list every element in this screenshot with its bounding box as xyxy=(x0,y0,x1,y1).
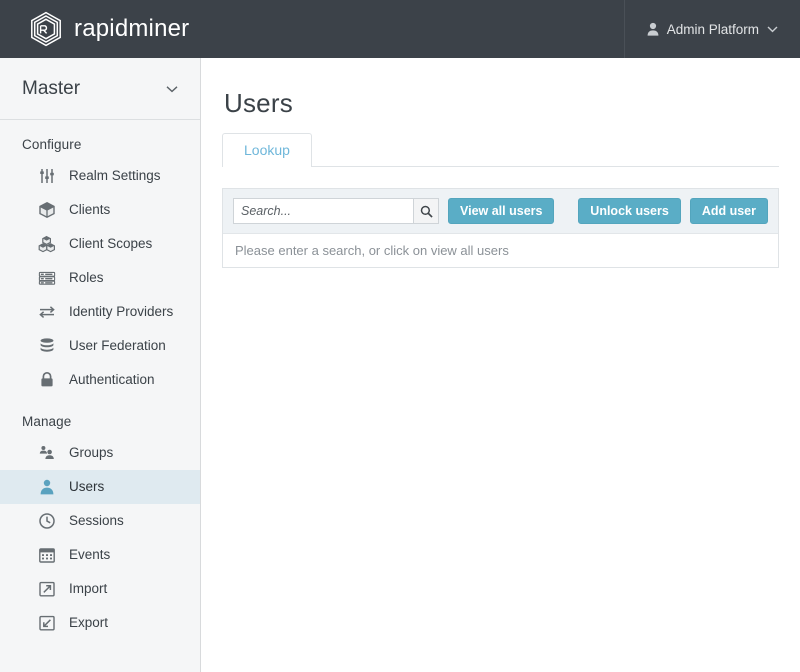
sidebar-item-roles[interactable]: Roles xyxy=(0,261,200,295)
import-arrow-icon xyxy=(38,580,56,598)
sidebar-item-label: Realm Settings xyxy=(69,167,161,185)
export-arrow-icon xyxy=(38,614,56,632)
user-icon xyxy=(38,478,56,496)
tab-lookup[interactable]: Lookup xyxy=(222,133,312,167)
add-user-button[interactable]: Add user xyxy=(690,198,768,224)
sidebar-item-label: Client Scopes xyxy=(69,235,152,253)
sidebar-item-label: Users xyxy=(69,478,104,496)
groups-icon xyxy=(38,444,56,462)
unlock-users-button[interactable]: Unlock users xyxy=(578,198,681,224)
user-account-menu[interactable]: Admin Platform xyxy=(624,0,800,58)
search-button[interactable] xyxy=(413,198,439,224)
sidebar-item-label: Authentication xyxy=(69,371,155,389)
sidebar-item-events[interactable]: Events xyxy=(0,538,200,572)
search-input[interactable] xyxy=(233,198,413,224)
chevron-down-icon xyxy=(166,85,178,93)
user-account-label: Admin Platform xyxy=(667,22,759,37)
nav-section-title-manage: Manage xyxy=(0,397,200,436)
sidebar-item-label: Events xyxy=(69,546,110,564)
sidebar-item-label: Export xyxy=(69,614,108,632)
sidebar: Master Configure xyxy=(0,58,201,672)
cubes-icon xyxy=(38,235,56,253)
sidebar-item-label: Groups xyxy=(69,444,113,462)
lock-icon xyxy=(38,371,56,389)
rapidminer-hexagon-logo-icon xyxy=(29,11,63,47)
top-navbar: rapidminer Admin Platform xyxy=(0,0,800,58)
sidebar-item-user-federation[interactable]: User Federation xyxy=(0,329,200,363)
cube-icon xyxy=(38,201,56,219)
sidebar-item-export[interactable]: Export xyxy=(0,606,200,640)
search-group xyxy=(233,198,439,224)
brand-name: rapidminer xyxy=(74,15,189,43)
sliders-icon xyxy=(38,167,56,185)
sidebar-item-label: Clients xyxy=(69,201,110,219)
users-lookup-panel: View all users Unlock users Add user Ple… xyxy=(222,188,779,268)
tab-bar: Lookup xyxy=(222,133,779,167)
magnifier-icon xyxy=(420,205,433,218)
sidebar-item-authentication[interactable]: Authentication xyxy=(0,363,200,397)
page-title: Users xyxy=(224,88,779,119)
sidebar-item-label: Identity Providers xyxy=(69,303,173,321)
nav-list-configure: Realm Settings Clients xyxy=(0,159,200,397)
empty-state-message: Please enter a search, or click on view … xyxy=(223,234,778,267)
sidebar-item-label: User Federation xyxy=(69,337,166,355)
users-toolbar: View all users Unlock users Add user xyxy=(223,189,778,234)
realm-selector[interactable]: Master xyxy=(0,58,200,120)
sidebar-item-client-scopes[interactable]: Client Scopes xyxy=(0,227,200,261)
sidebar-item-sessions[interactable]: Sessions xyxy=(0,504,200,538)
database-icon xyxy=(38,337,56,355)
body-wrapper: Master Configure xyxy=(0,58,800,672)
nav-section-title-configure: Configure xyxy=(0,120,200,159)
clock-icon xyxy=(38,512,56,530)
sidebar-item-label: Sessions xyxy=(69,512,124,530)
view-all-users-button[interactable]: View all users xyxy=(448,198,554,224)
brand-logo[interactable]: rapidminer xyxy=(0,11,189,47)
sidebar-item-identity-providers[interactable]: Identity Providers xyxy=(0,295,200,329)
sidebar-item-realm-settings[interactable]: Realm Settings xyxy=(0,159,200,193)
realm-name: Master xyxy=(22,78,80,100)
nav-list-manage: Groups Users Sessions xyxy=(0,436,200,640)
main-content: Users Lookup View all use xyxy=(201,58,800,672)
sidebar-item-clients[interactable]: Clients xyxy=(0,193,200,227)
sidebar-item-groups[interactable]: Groups xyxy=(0,436,200,470)
chevron-down-icon xyxy=(767,25,778,33)
sidebar-item-label: Import xyxy=(69,580,107,598)
server-list-icon xyxy=(38,269,56,287)
calendar-icon xyxy=(38,546,56,564)
sidebar-item-label: Roles xyxy=(69,269,104,287)
user-icon xyxy=(647,22,659,36)
sidebar-item-import[interactable]: Import xyxy=(0,572,200,606)
app-root: rapidminer Admin Platform Master Con xyxy=(0,0,800,672)
sidebar-item-users[interactable]: Users xyxy=(0,470,200,504)
exchange-arrows-icon xyxy=(38,303,56,321)
